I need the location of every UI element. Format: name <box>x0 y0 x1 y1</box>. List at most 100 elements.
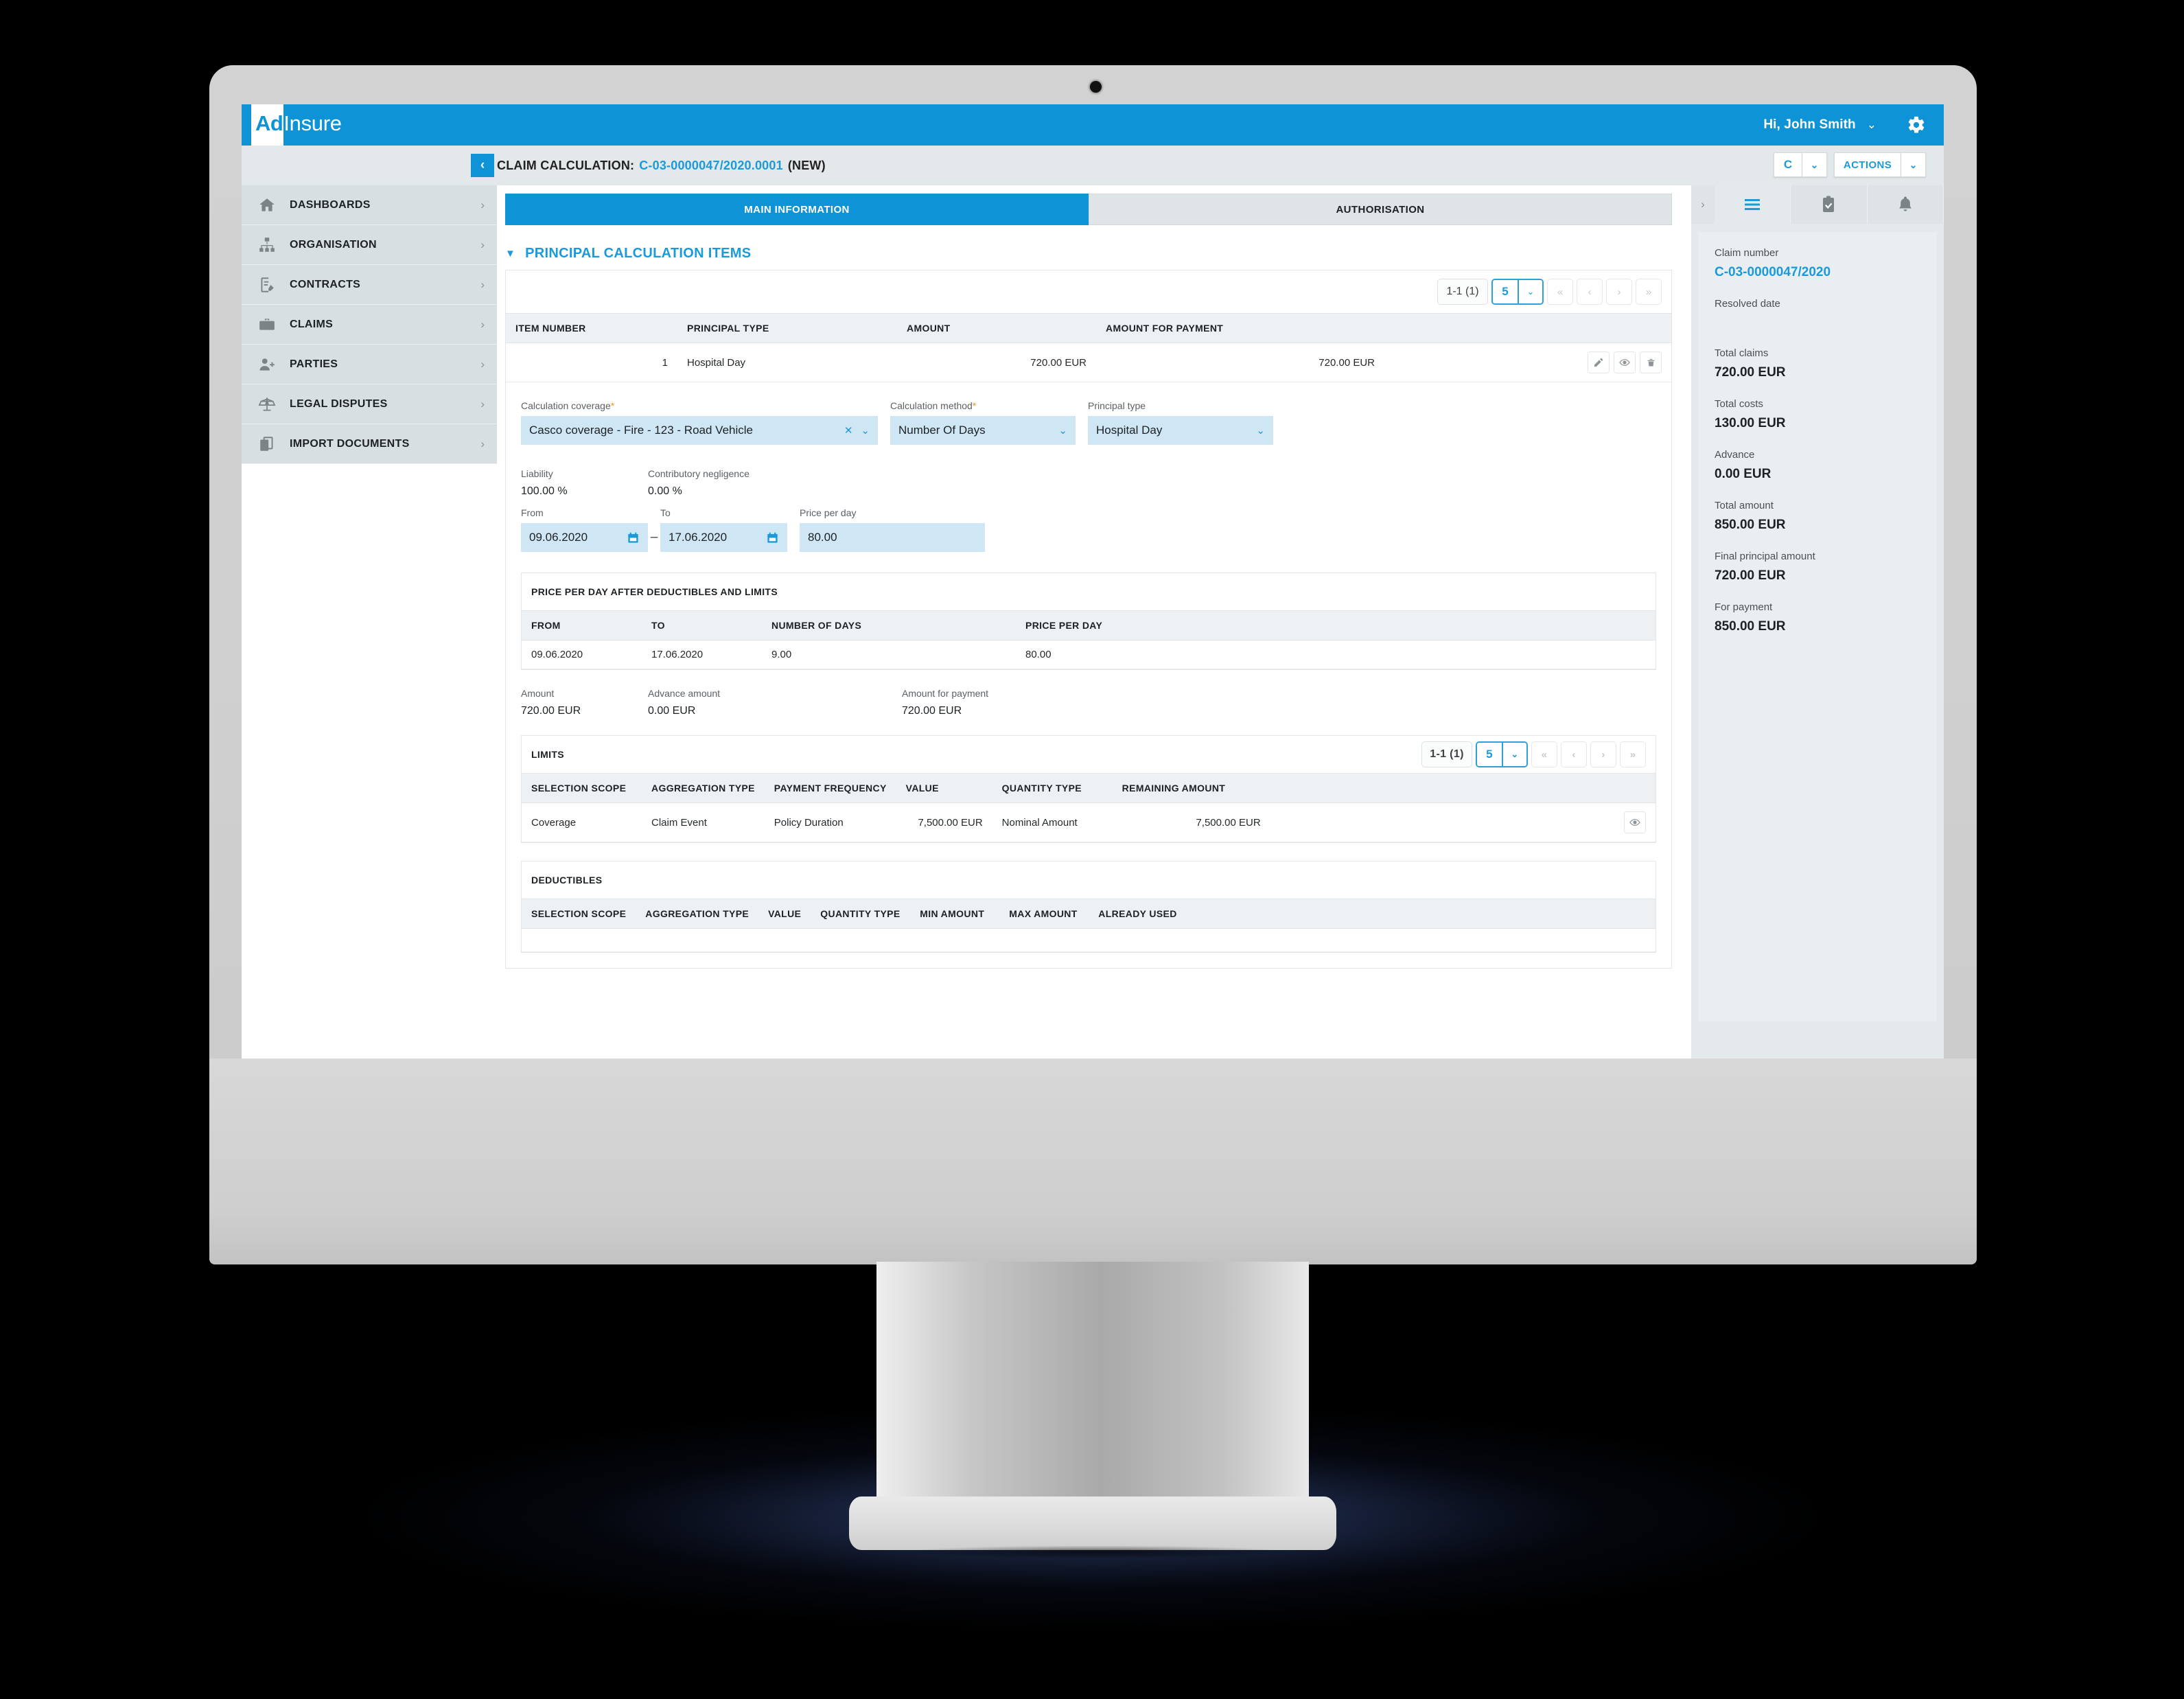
col-price-per-day: PRICE PER DAY <box>1016 610 1656 640</box>
to-date-value: 17.06.2020 <box>669 531 728 544</box>
sidebar-item-label: LEGAL DISPUTES <box>290 397 388 410</box>
pager-prev-button[interactable]: ‹ <box>1561 741 1587 767</box>
table-row[interactable]: Coverage Claim Event Policy Duration 7,5… <box>522 802 1656 842</box>
summary-value-final-principal-amount: 720.00 EUR <box>1715 568 1786 583</box>
col-payment-frequency: PAYMENT FREQUENCY <box>764 773 896 803</box>
col-selection-scope: SELECTION SCOPE <box>522 899 636 929</box>
view-icon[interactable] <box>1624 811 1646 833</box>
summary-value-total-amount: 850.00 EUR <box>1715 518 1786 532</box>
actions-chevron-down-icon[interactable]: ⌄ <box>1901 152 1926 177</box>
clear-icon[interactable]: ✕ <box>844 424 853 437</box>
cell-selection-scope: Coverage <box>522 802 642 842</box>
table-row[interactable]: 1 Hospital Day 720.00 EUR 720.00 EUR <box>506 343 1671 382</box>
sidebar-item-contracts[interactable]: CONTRACTS › <box>242 265 497 305</box>
summary-value-total-costs: 130.00 EUR <box>1715 416 1786 430</box>
pager-next-button[interactable]: › <box>1590 741 1616 767</box>
principal-items-pager: 1-1 (1) 5 ⌄ « ‹ › » <box>1437 279 1662 305</box>
section-header-principal-calculation-items[interactable]: ▼ PRINCIPAL CALCULATION ITEMS <box>505 246 1691 262</box>
field-label: Contributory negligence <box>648 468 750 479</box>
summary-label-for-payment: For payment <box>1715 601 1773 613</box>
chevron-right-icon: › <box>480 397 485 411</box>
breadcrumb-code[interactable]: C-03-0000047/2020.0001 <box>639 159 783 173</box>
chevron-down-icon: ⌄ <box>1502 743 1526 766</box>
price-per-day-input[interactable]: 80.00 <box>800 523 985 552</box>
col-already-used: ALREADY USED <box>1089 899 1209 929</box>
document-edit-icon <box>257 275 277 295</box>
sidebar-item-label: CLAIMS <box>290 318 334 330</box>
app-logo[interactable]: Ad Insure <box>251 104 347 146</box>
cell-item-number: 1 <box>506 343 677 382</box>
edit-icon[interactable] <box>1588 351 1610 373</box>
sidebar-item-parties[interactable]: PARTIES › <box>242 345 497 384</box>
page-title: CLAIM CALCULATION: <box>497 158 635 172</box>
limits-table: SELECTION SCOPE AGGREGATION TYPE PAYMENT… <box>522 773 1656 842</box>
sidebar-item-label: IMPORT DOCUMENTS <box>290 437 410 450</box>
pager-last-button[interactable]: » <box>1620 741 1646 767</box>
scales-icon <box>257 394 277 415</box>
limits-panel: LIMITS 1-1 (1) 5 ⌄ « ‹ › » SELECTION SCO… <box>521 735 1656 843</box>
calendar-icon[interactable] <box>627 531 640 544</box>
col-quantity-type: QUANTITY TYPE <box>811 899 911 929</box>
menu-lines-icon[interactable] <box>1715 185 1791 224</box>
cell-price-per-day: 80.00 <box>1016 640 1656 669</box>
sidebar-item-claims[interactable]: CLAIMS › <box>242 305 497 345</box>
col-aggregation-type: AGGREGATION TYPE <box>642 773 765 803</box>
chevron-down-icon[interactable]: ⌄ <box>1256 424 1265 437</box>
pager-first-button[interactable]: « <box>1547 279 1573 305</box>
table-header-row: SELECTION SCOPE AGGREGATION TYPE VALUE Q… <box>522 899 1656 929</box>
tab-main-information[interactable]: MAIN INFORMATION <box>505 194 1089 225</box>
chevron-right-icon: › <box>480 437 485 450</box>
col-remaining-amount: REMAINING AMOUNT <box>1112 773 1270 803</box>
chevron-down-icon[interactable]: ⌄ <box>861 424 870 437</box>
sidebar-item-import-documents[interactable]: IMPORT DOCUMENTS › <box>242 424 497 464</box>
summary-value-claim-number[interactable]: C-03-0000047/2020 <box>1715 265 1920 280</box>
sidebar-collapse-button[interactable]: ‹ <box>471 154 494 177</box>
pager-next-button[interactable]: › <box>1606 279 1632 305</box>
chevron-right-icon: › <box>480 238 485 251</box>
price-per-day-value: 80.00 <box>808 531 837 544</box>
principal-type-value: Hospital Day <box>1096 424 1163 437</box>
chevron-down-icon[interactable]: ⌄ <box>1058 424 1067 437</box>
page-size-select[interactable]: 5 ⌄ <box>1491 279 1544 305</box>
cell-from: 09.06.2020 <box>522 640 642 669</box>
pager-prev-button[interactable]: ‹ <box>1577 279 1603 305</box>
right-panel-expand-button[interactable]: › <box>1691 185 1715 224</box>
principal-type-select[interactable]: Hospital Day ⌄ <box>1088 416 1273 445</box>
bell-icon[interactable] <box>1867 185 1944 224</box>
view-icon[interactable] <box>1614 351 1636 373</box>
form-row-2: Liability 100.00 % Contributory negligen… <box>521 468 1656 498</box>
col-row-actions <box>1384 313 1671 343</box>
cell-principal-type: Hospital Day <box>677 343 897 382</box>
user-greeting[interactable]: Hi, John Smith <box>1763 117 1855 132</box>
field-label: From <box>521 507 544 518</box>
to-date-input[interactable]: 17.06.2020 <box>660 523 787 552</box>
price-per-day-table: FROM TO NUMBER OF DAYS PRICE PER DAY 09.… <box>522 610 1656 669</box>
pager-first-button[interactable]: « <box>1531 741 1557 767</box>
sidebar-item-organisation[interactable]: ORGANISATION › <box>242 225 497 265</box>
from-date-input[interactable]: 09.06.2020 <box>521 523 648 552</box>
clipboard-check-icon[interactable] <box>1791 185 1868 224</box>
chevron-down-icon[interactable]: ⌄ <box>1867 118 1877 132</box>
calculation-coverage-select[interactable]: Casco coverage - Fire - 123 - Road Vehic… <box>521 416 878 445</box>
gear-icon[interactable] <box>1907 115 1926 135</box>
col-quantity-type: QUANTITY TYPE <box>992 773 1113 803</box>
chevron-down-icon: ⌄ <box>1518 280 1542 303</box>
delete-icon[interactable] <box>1640 351 1662 373</box>
c-button[interactable]: C <box>1774 152 1802 177</box>
calendar-icon[interactable] <box>766 531 779 544</box>
field-icons: ✕ ⌄ <box>844 424 870 437</box>
field-to: To 17.06.2020 <box>660 507 787 552</box>
page-size-select[interactable]: 5 ⌄ <box>1476 741 1528 767</box>
monitor-stand-neck <box>876 1262 1309 1529</box>
field-calculation-coverage: Calculation coverage* Casco coverage - F… <box>521 400 878 445</box>
summary-label-advance: Advance <box>1715 449 1755 461</box>
pager-last-button[interactable]: » <box>1636 279 1662 305</box>
actions-button[interactable]: ACTIONS <box>1834 152 1901 177</box>
calculation-method-select[interactable]: Number Of Days ⌄ <box>890 416 1076 445</box>
table-row[interactable]: 09.06.2020 17.06.2020 9.00 80.00 <box>522 640 1656 669</box>
sidebar-item-legal-disputes[interactable]: LEGAL DISPUTES › <box>242 384 497 424</box>
home-icon <box>257 195 277 216</box>
tab-authorisation[interactable]: AUTHORISATION <box>1089 194 1672 225</box>
sidebar-item-dashboards[interactable]: DASHBOARDS › <box>242 185 497 225</box>
c-button-chevron-down-icon[interactable]: ⌄ <box>1802 152 1827 177</box>
